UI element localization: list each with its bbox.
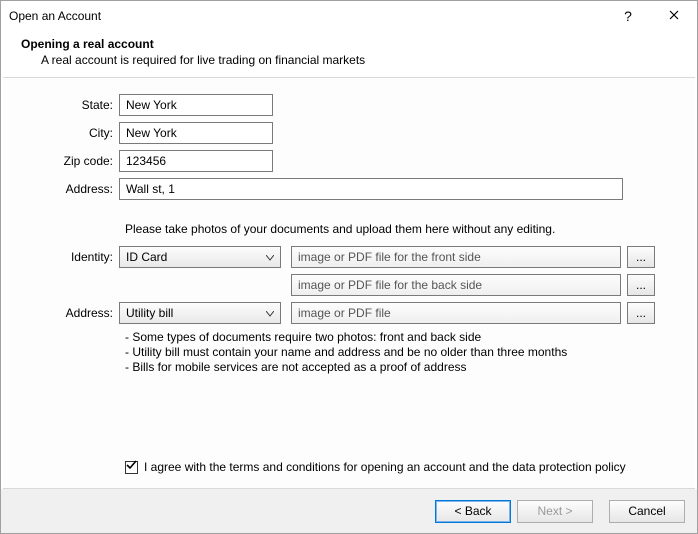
agree-label: I agree with the terms and conditions fo… — [144, 460, 626, 474]
identity-front-file[interactable]: image or PDF file for the front side — [291, 246, 621, 268]
close-icon — [669, 9, 679, 23]
note-line: - Utility bill must contain your name an… — [125, 345, 695, 360]
close-button[interactable] — [651, 1, 697, 31]
agree-checkbox[interactable] — [125, 461, 138, 474]
note-line: - Some types of documents require two ph… — [125, 330, 695, 345]
titlebar: Open an Account ? — [1, 1, 697, 31]
state-input[interactable] — [119, 94, 273, 116]
identity-back-file[interactable]: image or PDF file for the back side — [291, 274, 621, 296]
dialog-window: Open an Account ? Opening a real account… — [0, 0, 698, 534]
address-input[interactable] — [119, 178, 623, 200]
documents-section: Identity: ID Card image or PDF file for … — [3, 246, 695, 324]
window-title: Open an Account — [9, 9, 605, 23]
address-doc-file[interactable]: image or PDF file — [291, 302, 621, 324]
chevron-down-icon — [266, 250, 274, 264]
cancel-button[interactable]: Cancel — [609, 500, 685, 523]
form: State: City: Zip code: Address: Please t… — [3, 94, 695, 375]
address-label: Address: — [3, 182, 119, 196]
next-button[interactable]: Next > — [517, 500, 593, 523]
agree-row: I agree with the terms and conditions fo… — [125, 460, 626, 474]
document-notes: - Some types of documents require two ph… — [125, 330, 695, 375]
check-icon — [126, 460, 137, 474]
documents-instruction: Please take photos of your documents and… — [125, 222, 695, 236]
wizard-subtitle: A real account is required for live trad… — [41, 53, 683, 67]
address-doc-label: Address: — [3, 306, 119, 320]
wizard-title: Opening a real account — [21, 37, 683, 51]
identity-select[interactable]: ID Card — [119, 246, 281, 268]
wizard-footer: < Back Next > Cancel — [1, 489, 697, 533]
note-line: - Bills for mobile services are not acce… — [125, 360, 695, 375]
identity-back-browse-button[interactable]: ... — [627, 274, 655, 296]
identity-label: Identity: — [3, 250, 119, 264]
identity-select-value: ID Card — [126, 250, 167, 264]
state-label: State: — [3, 98, 119, 112]
zip-input[interactable] — [119, 150, 273, 172]
zip-label: Zip code: — [3, 154, 119, 168]
back-button[interactable]: < Back — [435, 500, 511, 523]
city-input[interactable] — [119, 122, 273, 144]
chevron-down-icon — [266, 306, 274, 320]
identity-front-browse-button[interactable]: ... — [627, 246, 655, 268]
address-doc-browse-button[interactable]: ... — [627, 302, 655, 324]
address-doc-select-value: Utility bill — [126, 306, 173, 320]
address-doc-select[interactable]: Utility bill — [119, 302, 281, 324]
wizard-content: State: City: Zip code: Address: Please t… — [3, 77, 695, 489]
city-label: City: — [3, 126, 119, 140]
wizard-header: Opening a real account A real account is… — [1, 31, 697, 77]
help-button[interactable]: ? — [605, 1, 651, 31]
help-icon: ? — [624, 8, 632, 24]
